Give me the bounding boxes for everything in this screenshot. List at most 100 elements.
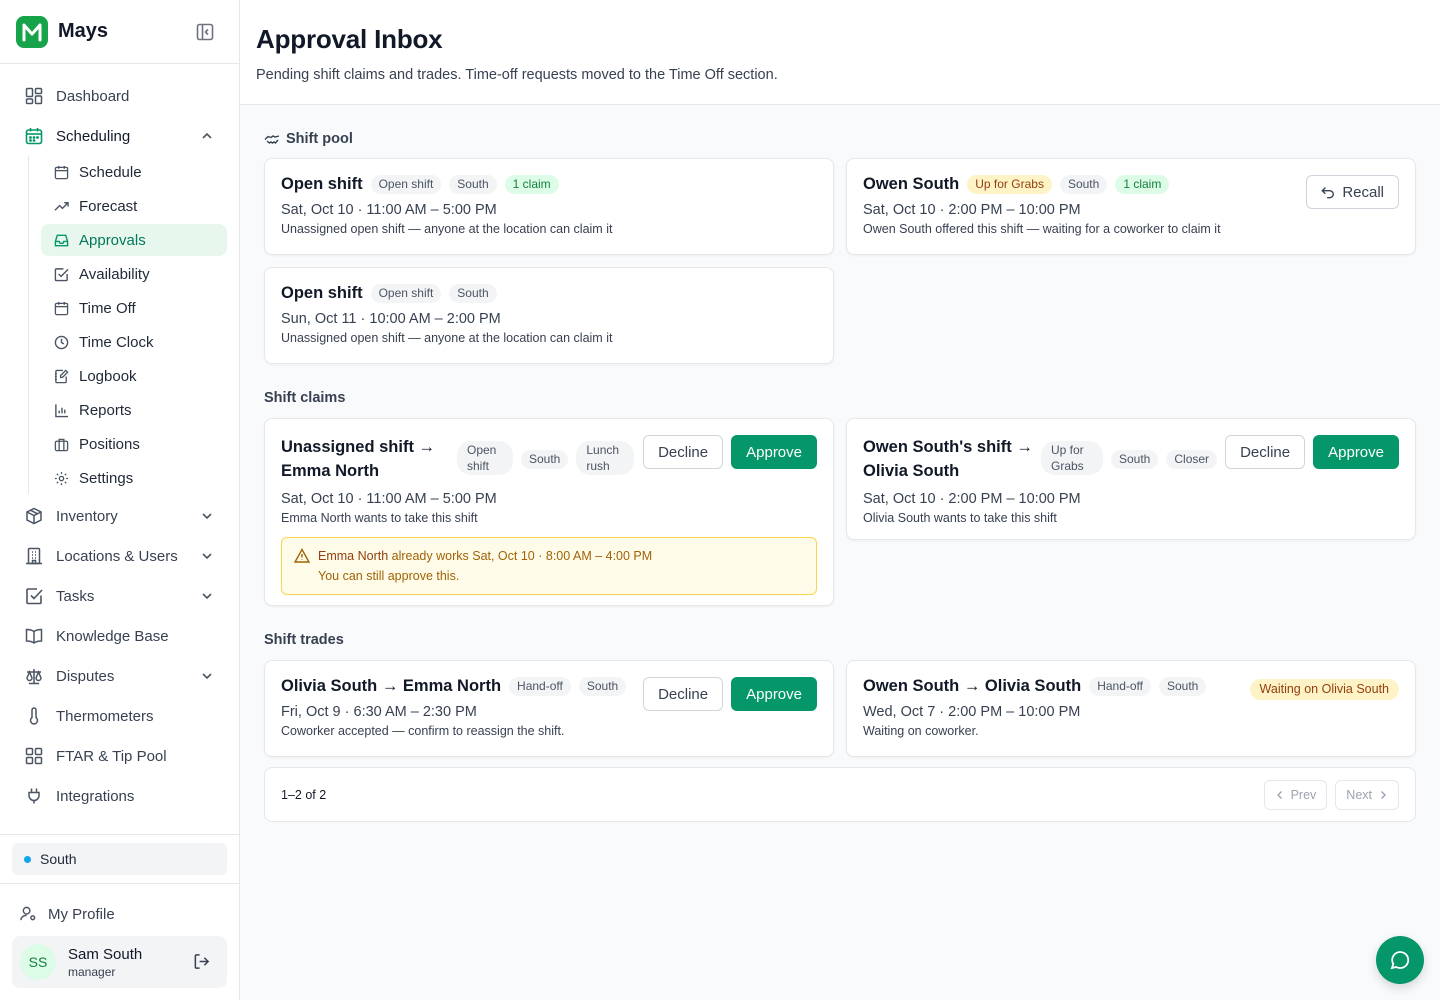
warning-text: already works Sat, Oct 10 · 8:00 AM – 4:… <box>391 549 653 563</box>
sidebar-item-scheduling[interactable]: Scheduling <box>12 116 227 156</box>
location-badge: South <box>1111 450 1159 469</box>
clock-icon <box>53 334 69 350</box>
sidebar-item-ftar-tip-pool[interactable]: FTAR & Tip Pool <box>12 736 227 776</box>
status-badge: Up for Grabs <box>967 175 1052 194</box>
sidebar-item-label: Disputes <box>56 667 115 685</box>
location-switcher: South <box>0 834 239 883</box>
sidebar: Mays Dashboard Scheduling Schedule Forec… <box>0 0 240 1000</box>
sidebar-item-label: Reports <box>79 401 132 419</box>
recall-button[interactable]: Recall <box>1306 175 1399 209</box>
location-badge: South <box>449 284 497 303</box>
decline-button[interactable]: Decline <box>643 435 724 469</box>
shift-description: Emma North wants to take this shift <box>281 511 478 525</box>
chevron-up-icon[interactable] <box>199 128 215 144</box>
shift-description: Unassigned open shift — anyone at the lo… <box>281 222 613 236</box>
sidebar-item-label: Time Off <box>79 299 136 317</box>
sidebar-item-positions[interactable]: Positions <box>41 428 227 460</box>
sidebar-item-time-off[interactable]: Time Off <box>41 292 227 324</box>
approve-button[interactable]: Approve <box>731 435 817 469</box>
sidebar-item-settings[interactable]: Settings <box>41 462 227 494</box>
location-select[interactable]: South <box>12 843 227 875</box>
sidebar-item-time-clock[interactable]: Time Clock <box>41 326 227 358</box>
sidebar-item-thermometers[interactable]: Thermometers <box>12 696 227 736</box>
pagination-buttons: Prev Next <box>1263 780 1399 810</box>
sidebar-item-dashboard[interactable]: Dashboard <box>12 76 227 116</box>
sidebar-item-tasks[interactable]: Tasks <box>12 576 227 616</box>
chevron-down-icon[interactable] <box>199 508 215 524</box>
card-title: Owen South's shift → Olivia South <box>863 435 1033 483</box>
shift-pool-card: Open shift Open shift South 1 claim Sat,… <box>264 158 834 255</box>
card-title: Owen South → Olivia South <box>863 677 1082 695</box>
trade-type-badge: Hand-off <box>1089 677 1151 696</box>
sidebar-collapse-icon[interactable] <box>195 22 215 42</box>
shift-time: Sat, Oct 10 · 11:00 AM – 5:00 PM <box>281 491 497 507</box>
calendar-icon <box>24 126 44 146</box>
sidebar-item-forecast[interactable]: Forecast <box>41 190 227 222</box>
claim-count-badge: 1 claim <box>504 175 559 194</box>
card-actions: Recall <box>1306 175 1399 209</box>
claim-title-line2: Emma North <box>281 462 380 480</box>
gear-icon <box>53 470 69 486</box>
chevron-down-icon[interactable] <box>199 588 215 604</box>
chevron-down-icon[interactable] <box>199 548 215 564</box>
sidebar-item-reports[interactable]: Reports <box>41 394 227 426</box>
location-badge: South <box>578 677 627 696</box>
section-label: Shift trades <box>264 632 344 648</box>
app-logo-icon[interactable] <box>16 15 48 48</box>
sidebar-item-label: Dashboard <box>56 87 130 105</box>
sidebar-item-knowledge-base[interactable]: Knowledge Base <box>12 616 227 656</box>
package-icon <box>24 506 44 526</box>
message-circle-icon <box>1389 949 1411 971</box>
shift-claim-card: Unassigned shift → Emma North Open shift… <box>264 418 834 606</box>
section-label: Shift claims <box>264 390 346 406</box>
warning-employee: Emma North <box>318 549 389 563</box>
logout-icon[interactable] <box>193 953 211 971</box>
card-title: Owen South <box>863 175 960 193</box>
sidebar-item-integrations[interactable]: Integrations <box>12 776 227 816</box>
sidebar-item-label: Inventory <box>56 507 118 525</box>
decline-button[interactable]: Decline <box>1225 435 1306 469</box>
sidebar-item-label: Integrations <box>56 787 135 805</box>
sidebar-item-inventory[interactable]: Inventory <box>12 496 227 536</box>
position-badge: Lunch rush <box>576 441 635 475</box>
inbox-icon <box>53 232 69 248</box>
sidebar-item-label: Positions <box>79 435 140 453</box>
chat-button[interactable] <box>1376 936 1424 984</box>
undo-icon <box>1321 185 1335 199</box>
sidebar-item-label: Settings <box>79 469 134 487</box>
sidebar-item-locations-users[interactable]: Locations & Users <box>12 536 227 576</box>
location-badge: South <box>1059 175 1108 194</box>
recall-label: Recall <box>1342 183 1384 201</box>
page-title: Approval Inbox <box>256 24 443 54</box>
card-title: Olivia South → Emma North <box>281 677 502 695</box>
shift-description: Waiting on coworker. <box>863 724 979 738</box>
sidebar-item-schedule[interactable]: Schedule <box>41 156 227 188</box>
location-badge: South <box>1159 677 1207 696</box>
card-actions: Decline Approve <box>643 677 817 711</box>
building-icon <box>24 546 44 566</box>
sidebar-item-logbook[interactable]: Logbook <box>41 360 227 392</box>
notebook-pen-icon <box>53 368 69 384</box>
shift-description: Unassigned open shift — anyone at the lo… <box>281 331 613 345</box>
my-profile-link[interactable]: My Profile <box>12 896 227 932</box>
sidebar-item-approvals[interactable]: Approvals <box>41 224 227 256</box>
approve-button[interactable]: Approve <box>731 677 817 711</box>
position-badge: Closer <box>1166 450 1218 469</box>
sidebar-footer: My Profile SS Sam South manager <box>0 883 239 1000</box>
sidebar-item-disputes[interactable]: Disputes <box>12 656 227 696</box>
approve-button[interactable]: Approve <box>1313 435 1399 469</box>
pagination-range: 1–2 of 2 <box>281 787 327 802</box>
book-open-icon <box>24 626 44 646</box>
calendar-icon <box>53 164 69 180</box>
grid-icon <box>24 746 44 766</box>
card-title: Open shift <box>281 175 363 193</box>
content-area: Shift pool Open shift Open shift South 1… <box>240 129 1440 822</box>
shift-time: Wed, Oct 7 · 2:00 PM – 10:00 PM <box>863 704 1081 720</box>
next-page-button[interactable]: Next <box>1335 780 1399 810</box>
check-square-icon <box>53 266 69 282</box>
prev-page-button[interactable]: Prev <box>1263 780 1328 810</box>
decline-button[interactable]: Decline <box>643 677 724 711</box>
chevron-down-icon[interactable] <box>199 668 215 684</box>
handshake-icon <box>264 131 280 147</box>
sidebar-item-availability[interactable]: Availability <box>41 258 227 290</box>
